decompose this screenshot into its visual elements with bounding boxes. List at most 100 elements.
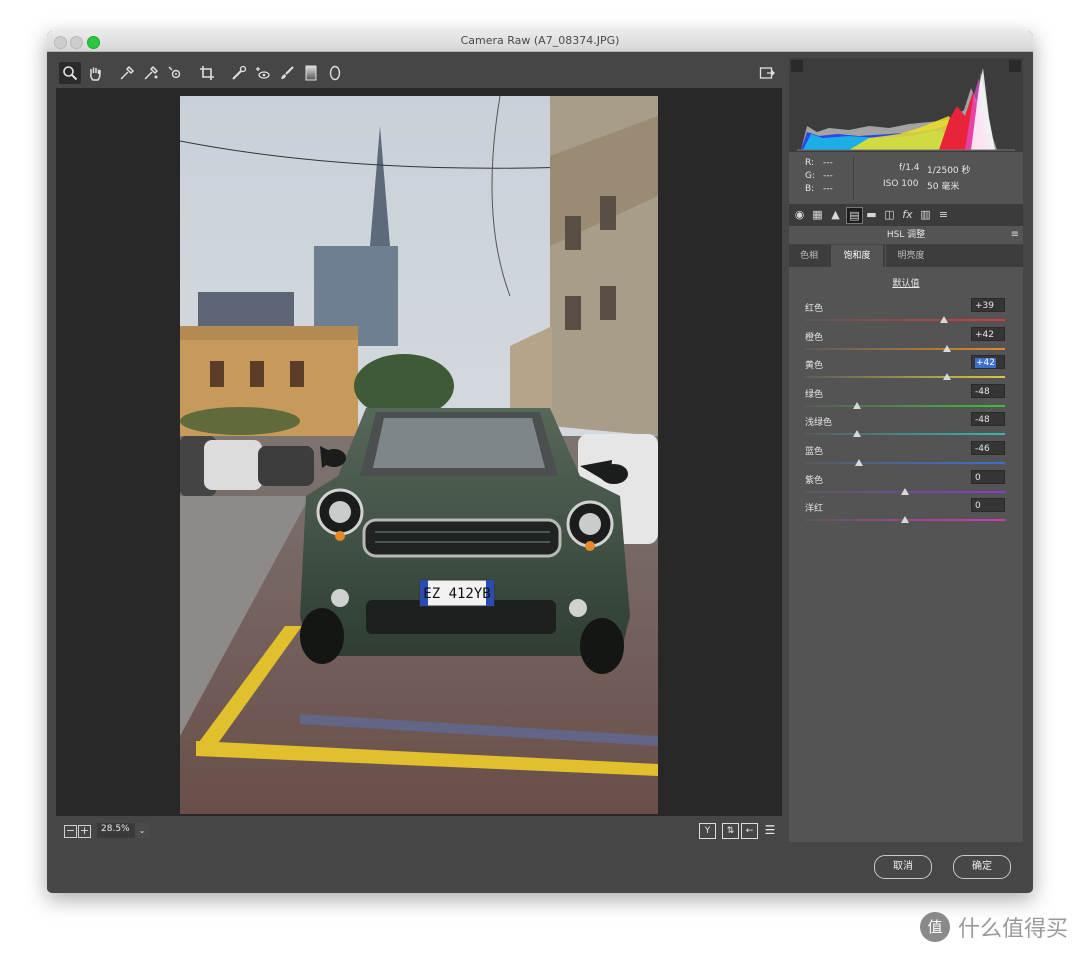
panel-tabs-icons: ◉ ▦ ▲ ▤ ▬ ◫ fx ▥ ≡ <box>789 204 1023 226</box>
split-toning-icon[interactable]: ▬ <box>864 207 879 222</box>
slider-thumb[interactable] <box>940 316 948 323</box>
hsl-panel-icon[interactable]: ▤ <box>846 207 863 224</box>
photo-image: EZ 412YB <box>180 96 658 814</box>
slider-track[interactable] <box>805 433 1005 436</box>
slider-label: 绿色 <box>805 389 824 400</box>
image-preview-area: EZ 412YB <box>56 88 782 816</box>
tab-hue[interactable]: 色相 <box>789 245 829 267</box>
tool-bar <box>56 62 782 86</box>
slider-value: -46 <box>975 444 990 454</box>
tab-luminance[interactable]: 明亮度 <box>885 245 936 267</box>
watermark-logo-char: 值 <box>927 918 943 936</box>
slider-value-field[interactable]: 0 <box>971 498 1005 513</box>
slider-track[interactable] <box>805 319 1005 321</box>
slider-row: 浅绿色 -48 <box>803 412 1007 443</box>
slider-value-field[interactable]: -48 <box>971 383 1005 398</box>
slider-value: 0 <box>975 501 981 512</box>
slider-label: 橙色 <box>805 332 824 343</box>
slider-value: -48 <box>975 386 990 397</box>
slider-row: 黄色 +42 <box>803 355 1007 386</box>
slider-row: 橙色 +42 <box>803 326 1007 358</box>
aperture-value: f/1.4 <box>899 163 920 173</box>
zoom-out-button[interactable]: − <box>64 825 77 838</box>
hand-tool-icon[interactable] <box>84 62 106 84</box>
histogram <box>789 58 1023 152</box>
image-info: R: --- G: --- B: --- f/1.4 1/2500 秒 ISO … <box>789 154 1023 204</box>
r-label: R: <box>805 158 815 168</box>
slider-value-field[interactable]: -46 <box>971 441 1005 455</box>
g-value: --- <box>823 171 833 181</box>
ok-button[interactable]: 确定 <box>953 855 1011 879</box>
lens-corrections-icon[interactable]: ◫ <box>882 207 897 222</box>
effects-icon[interactable]: fx <box>900 207 915 222</box>
zoom-level-field[interactable]: 28.5% ⌄ <box>97 823 149 838</box>
swap-before-after-icon[interactable]: ⇅ <box>722 823 739 839</box>
adjustment-brush-icon[interactable] <box>276 62 298 84</box>
panel-menu-icon[interactable]: ≡ <box>1011 226 1019 244</box>
photo-preview: EZ 412YB <box>180 96 658 814</box>
slider-row: 蓝色 -46 <box>803 441 1007 472</box>
basic-panel-icon[interactable]: ◉ <box>792 207 807 222</box>
zoom-in-button[interactable]: + <box>78 825 91 838</box>
histogram-graph <box>797 68 1015 151</box>
toggle-settings-icon[interactable]: ☰ <box>762 823 778 838</box>
radial-filter-icon[interactable] <box>324 62 346 84</box>
slider-thumb[interactable] <box>853 430 861 438</box>
slider-label: 蓝色 <box>805 447 824 457</box>
slider-thumb[interactable] <box>943 344 951 352</box>
r-value: --- <box>823 158 833 168</box>
cancel-button[interactable]: 取消 <box>874 855 932 879</box>
detail-panel-icon[interactable]: ▲ <box>828 207 843 222</box>
slider-thumb[interactable] <box>943 373 951 381</box>
focal-length-value: 50 毫米 <box>927 182 960 192</box>
slider-row: 红色 +39 <box>803 298 1007 329</box>
tab-saturation[interactable]: 饱和度 <box>831 245 883 267</box>
spot-removal-icon[interactable] <box>228 62 250 84</box>
before-after-y-icon[interactable]: Y <box>699 823 716 839</box>
b-label: B: <box>805 184 815 194</box>
watermark: 值 什么值得买 <box>919 911 1068 943</box>
presets-icon[interactable]: ≡ <box>936 207 951 222</box>
slider-track[interactable] <box>805 404 1005 407</box>
slider-thumb[interactable] <box>853 401 861 409</box>
g-label: G: <box>805 171 816 181</box>
window-title: Camera Raw (A7_08374.JPG) <box>460 34 620 47</box>
slider-value: +42 <box>975 358 996 369</box>
slider-thumb[interactable] <box>901 516 909 524</box>
copy-settings-icon[interactable]: ← <box>741 823 758 839</box>
targeted-adjustment-icon[interactable] <box>164 62 186 84</box>
license-plate-text: EZ 412YB <box>423 586 490 602</box>
white-balance-tool-icon[interactable] <box>116 62 138 84</box>
slider-track[interactable] <box>805 462 1005 464</box>
iso-value: ISO 100 <box>883 179 919 189</box>
open-preferences-icon[interactable] <box>756 62 778 84</box>
slider-value-field[interactable]: -48 <box>971 412 1005 427</box>
panel-title-text: HSL 调整 <box>886 230 926 240</box>
title-bar: Camera Raw (A7_08374.JPG) <box>47 31 1033 52</box>
zoom-dropdown-icon[interactable]: ⌄ <box>135 823 149 838</box>
slider-row: 洋红 0 <box>803 498 1007 529</box>
slider-thumb[interactable] <box>855 459 863 466</box>
color-sampler-icon[interactable] <box>140 62 162 84</box>
red-eye-icon[interactable] <box>252 62 274 84</box>
crop-tool-icon[interactable] <box>196 62 218 84</box>
slider-thumb[interactable] <box>901 487 909 495</box>
graduated-filter-icon[interactable] <box>300 62 322 84</box>
tone-curve-icon[interactable]: ▦ <box>810 207 825 222</box>
slider-label: 洋红 <box>805 504 824 515</box>
slider-value-field[interactable]: +39 <box>971 298 1005 312</box>
slider-value: 0 <box>975 472 981 483</box>
hsl-tabs: 色相 饱和度 明亮度 <box>789 245 1023 267</box>
slider-value-field[interactable]: +42 <box>971 326 1005 341</box>
zoom-tool-icon[interactable] <box>59 62 81 84</box>
slider-label: 黄色 <box>805 361 824 372</box>
slider-value-field[interactable]: 0 <box>971 469 1005 484</box>
b-value: --- <box>823 184 833 194</box>
default-link[interactable]: 默认值 <box>789 276 1023 289</box>
slider-track[interactable] <box>805 347 1005 350</box>
slider-track[interactable] <box>805 376 1005 379</box>
camera-calibration-icon[interactable]: ▥ <box>918 207 933 222</box>
slider-value-field[interactable]: +42 <box>971 355 1005 370</box>
shutter-value: 1/2500 秒 <box>927 166 971 176</box>
zoom-level-value: 28.5% <box>101 824 130 834</box>
